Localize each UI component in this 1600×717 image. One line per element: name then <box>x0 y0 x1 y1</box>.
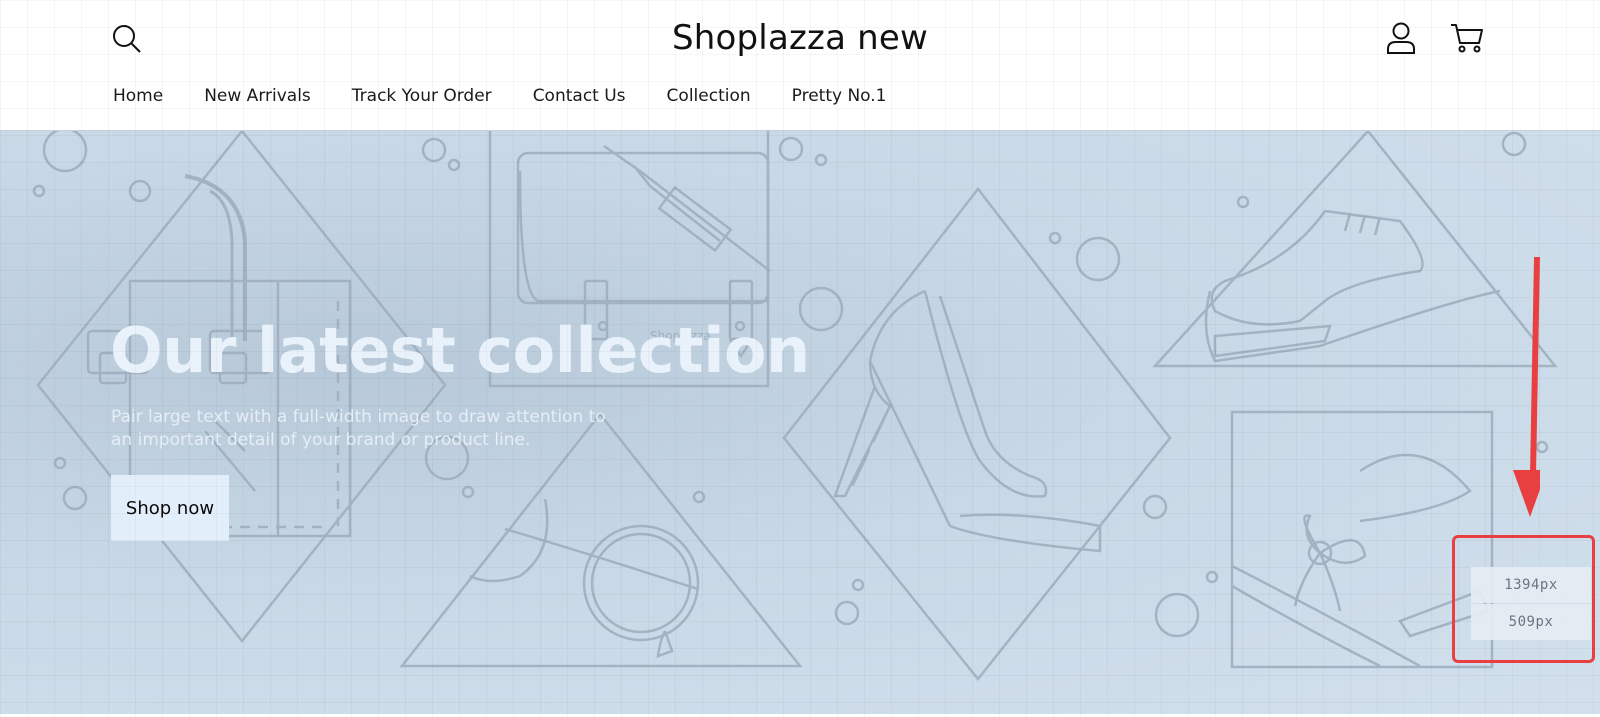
width-dimension-label: 1394px <box>1471 567 1591 603</box>
height-dimension-label: 509px <box>1471 604 1591 640</box>
main-nav: Home New Arrivals Track Your Order Conta… <box>113 86 928 112</box>
nav-item-collection[interactable]: Collection <box>667 86 751 112</box>
nav-item-pretty-no1[interactable]: Pretty No.1 <box>792 86 887 112</box>
hero-subtitle: Pair large text with a full-width image … <box>111 407 606 450</box>
annotation-arrow-icon <box>1513 256 1540 517</box>
nav-item-home[interactable]: Home <box>113 86 163 112</box>
site-header: Shoplazza new Home New Arrivals Track Yo… <box>0 0 1600 130</box>
nav-item-new-arrivals[interactable]: New Arrivals <box>204 86 311 112</box>
nav-item-track-your-order[interactable]: Track Your Order <box>352 86 492 112</box>
shop-now-button[interactable]: Shop now <box>111 475 229 541</box>
site-title[interactable]: Shoplazza new <box>0 18 1600 58</box>
account-icon[interactable] <box>1386 22 1416 54</box>
hero-banner: Shoplazza Our latest collection Pair lar… <box>0 130 1600 714</box>
cart-icon[interactable] <box>1450 22 1484 54</box>
nav-item-contact-us[interactable]: Contact Us <box>533 86 626 112</box>
hero-title: Our latest collection <box>110 314 810 387</box>
